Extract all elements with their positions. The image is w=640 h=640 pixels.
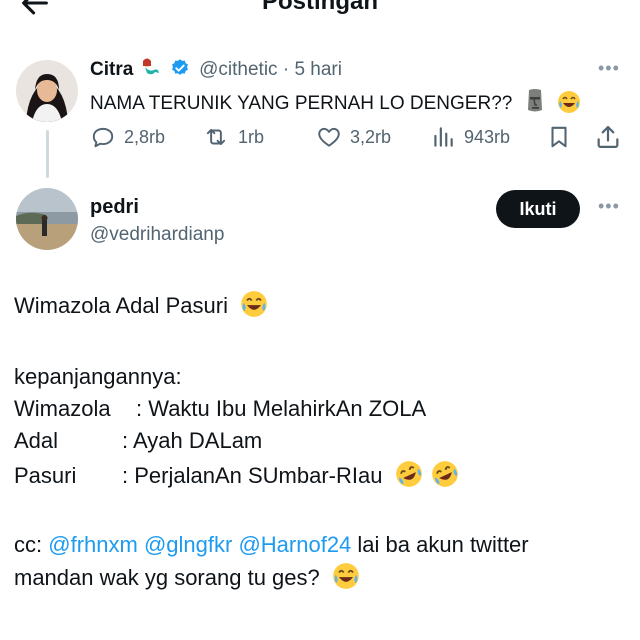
avatar[interactable]: [16, 60, 78, 122]
bookmark-action[interactable]: [546, 120, 580, 154]
cc-line: cc: @frhnxm @glngfkr @Harnof24 lai ba ak…: [14, 530, 529, 560]
mention-link[interactable]: @glngfkr: [144, 532, 232, 557]
definition-row: Pasuri: PerjalanAn SUmbar-RIau: [14, 460, 459, 496]
rofl-emoji: [395, 460, 423, 496]
more-dots-icon[interactable]: •••: [598, 58, 620, 79]
definition-separator: :: [136, 396, 143, 421]
reply-last-line: mandan wak yg sorang tu ges?: [14, 562, 360, 598]
mermaid-emoji: [139, 58, 161, 84]
like-count: 3,2rb: [350, 126, 392, 147]
definition-row: Wimazola: Waktu Ibu MelahirkAn ZOLA: [14, 394, 426, 424]
mention-link[interactable]: @frhnxm: [48, 532, 138, 557]
bookmark-icon: [551, 126, 567, 148]
top-bar: Postingan: [0, 0, 640, 22]
reply-line-title: Wimazola Adal Pasuri: [14, 290, 268, 326]
mention-link[interactable]: @Harnof24: [238, 532, 351, 557]
cc-prefix: cc:: [14, 532, 43, 557]
more-dots-icon[interactable]: •••: [598, 196, 620, 217]
reply-action[interactable]: 2,8rb: [90, 120, 165, 154]
avatar[interactable]: [16, 188, 78, 250]
reply-text: Wimazola Adal Pasuri: [14, 293, 228, 318]
post-text: NAMA TERUNIK YANG PERNAH LO DENGER??: [90, 93, 513, 114]
cc-suffix: lai ba akun twitter: [357, 532, 529, 557]
follow-button[interactable]: Ikuti: [496, 190, 580, 228]
retweet-action[interactable]: 1rb: [202, 120, 264, 154]
author-name[interactable]: pedri: [90, 196, 139, 219]
like-action[interactable]: 3,2rb: [316, 120, 391, 154]
page-title: Postingan: [261, 0, 378, 15]
retweet-count: 1rb: [238, 126, 265, 147]
moai-emoji: [524, 88, 546, 120]
reply-text: kepanjangannya:: [14, 364, 182, 389]
verified-badge-icon: [170, 58, 190, 84]
definition-separator: :: [122, 428, 129, 453]
reply-text: mandan wak yg sorang tu ges?: [14, 565, 320, 590]
definition-term: Pasuri: [14, 463, 77, 488]
author-name[interactable]: Citra: [90, 59, 133, 80]
post-time[interactable]: 5 hari: [294, 59, 342, 80]
views-count: 943rb: [464, 126, 511, 147]
dot-separator: ·: [282, 59, 290, 80]
views-action[interactable]: 943rb: [430, 120, 510, 154]
joy-emoji: [240, 290, 268, 326]
definition-separator: :: [122, 463, 129, 488]
definition-term: Wimazola: [14, 396, 111, 421]
author-handle[interactable]: @vedrihardianp: [90, 224, 224, 246]
quoted-post-header: Citra @cithetic · 5 hari: [90, 58, 342, 84]
definition-meaning: PerjalanAn SUmbar-RIau: [134, 463, 383, 488]
views-icon: [434, 127, 453, 147]
share-icon: [597, 125, 619, 149]
definition-meaning: Ayah DALam: [133, 428, 263, 453]
joy-emoji: [332, 562, 360, 598]
reply-count: 2,8rb: [124, 126, 166, 147]
reply-icon: [92, 127, 114, 148]
thread-line: [46, 130, 49, 178]
definition-term: Adal: [14, 428, 59, 453]
joy-emoji: [557, 90, 581, 120]
author-handle[interactable]: @cithetic: [199, 59, 277, 80]
definition-meaning: Waktu Ibu MelahirkAn ZOLA: [148, 396, 427, 421]
share-action[interactable]: [594, 120, 630, 154]
definition-row: Adal: Ayah DALam: [14, 426, 262, 456]
post-actions: 2,8rb 1rb 3,2rb 943rb: [90, 120, 624, 154]
heart-icon: [318, 127, 340, 147]
quoted-post-text: NAMA TERUNIK YANG PERNAH LO DENGER??: [90, 88, 581, 120]
retweet-icon: [206, 128, 226, 146]
rofl-emoji: [431, 460, 459, 496]
